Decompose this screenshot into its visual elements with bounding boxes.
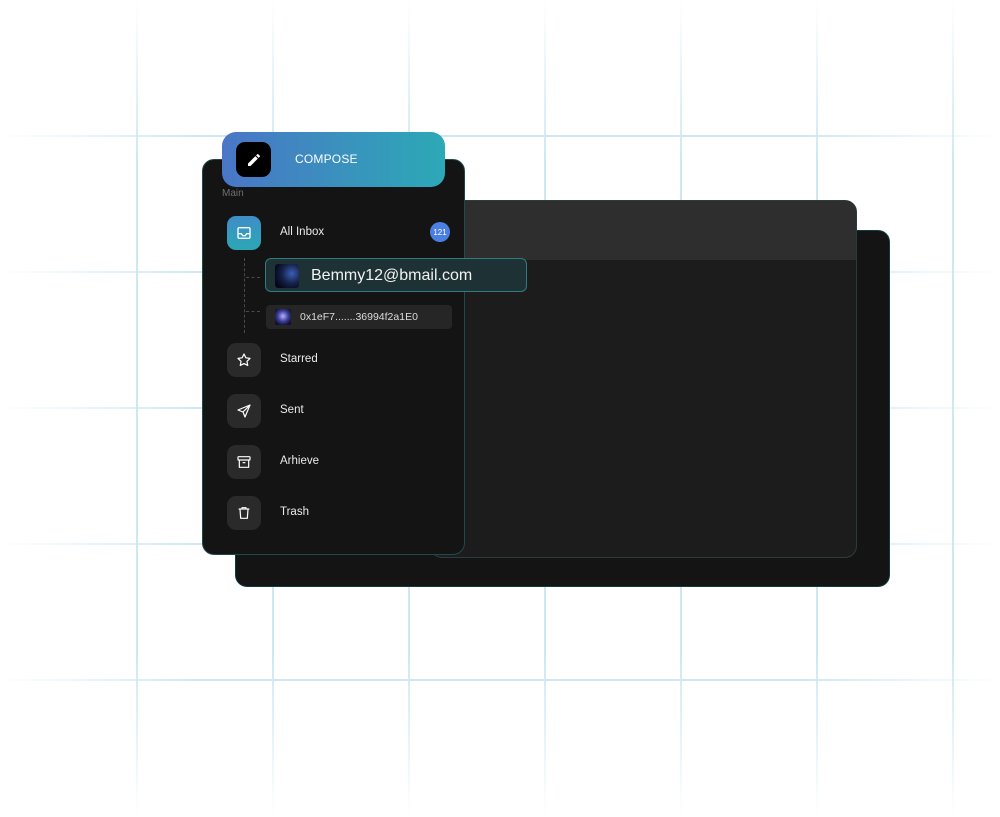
compose-button[interactable]: COMPOSE xyxy=(222,132,445,187)
compose-label: COMPOSE xyxy=(295,152,358,166)
archive-icon xyxy=(227,445,261,479)
account-tree-connector xyxy=(244,258,245,333)
unread-count-badge: 121 xyxy=(430,222,450,242)
account-email: Bemmy12@bmail.com xyxy=(311,267,473,284)
pencil-icon xyxy=(236,142,271,177)
account-tree-branch xyxy=(246,311,260,312)
account-item-selected[interactable]: Bemmy12@bmail.com xyxy=(265,258,527,292)
sidebar-item-label: Starred xyxy=(280,353,318,365)
sidebar-item-label: Trash xyxy=(280,506,309,518)
sidebar-item-starred[interactable]: Starred xyxy=(227,343,452,377)
inbox-icon xyxy=(227,216,261,250)
trash-icon xyxy=(227,496,261,530)
account-avatar xyxy=(275,264,299,288)
mail-content-panel xyxy=(430,200,857,558)
account-tree-branch xyxy=(246,277,260,278)
send-icon xyxy=(227,394,261,428)
sidebar-item-label: Arhieve xyxy=(280,455,319,467)
sidebar-item-all-inbox[interactable]: All Inbox 121 xyxy=(227,216,452,250)
content-header-bar xyxy=(431,201,856,260)
sidebar-item-sent[interactable]: Sent xyxy=(227,394,452,428)
sidebar-item-trash[interactable]: Trash xyxy=(227,496,452,530)
account-avatar xyxy=(275,309,291,325)
sidebar-item-label: All Inbox xyxy=(280,226,325,238)
star-icon xyxy=(227,343,261,377)
account-item-wallet[interactable]: 0x1eF7.......36994f2a1E0 xyxy=(266,305,452,329)
sidebar-item-archive[interactable]: Arhieve xyxy=(227,445,452,479)
section-label-main: Main xyxy=(222,188,244,199)
account-wallet-address: 0x1eF7.......36994f2a1E0 xyxy=(300,311,418,323)
sidebar-item-label: Sent xyxy=(280,404,304,416)
